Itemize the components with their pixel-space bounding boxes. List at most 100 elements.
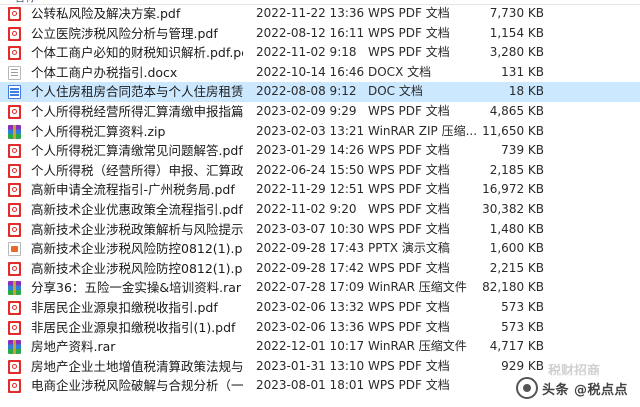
- file-date-modified: 2022-09-28 17:42: [256, 260, 365, 275]
- file-row[interactable]: 个人所得税汇算资料.zip 2023-02-03 13:21 WinRAR ZIP …: [0, 122, 640, 142]
- file-row[interactable]: 公转私风险及解决方案.pdf 2022-11-22 13:36 WPS PDF 文档…: [0, 4, 640, 24]
- file-row[interactable]: 高新技术企业涉税风险防控0812(1).pptx 2022-09-28 17:43…: [0, 239, 640, 259]
- pdf-icon: [8, 320, 21, 335]
- file-name: 公立医院涉税风险分析与管理.pdf: [31, 25, 218, 41]
- file-row[interactable]: 个人所得税汇算清缴常见问题解答.pdf 2023-01-29 14:26 WPS P…: [0, 141, 640, 161]
- pdf-icon: [8, 183, 21, 198]
- file-date-modified: 2023-08-01 18:01: [256, 378, 365, 393]
- file-name: 高新技术企业涉税政策解析与风险提示（...: [31, 221, 243, 237]
- file-size: 1,600 KB: [489, 241, 544, 256]
- file-type: WPS PDF 文档: [368, 143, 450, 158]
- file-name: 高新技术企业涉税风险防控0812(1).pdf: [31, 260, 243, 276]
- file-row[interactable]: 非居民企业源泉扣缴税收指引(1).pdf 2023-02-06 13:36 WPS …: [0, 318, 640, 338]
- file-date-modified: 2023-01-31 13:10: [256, 358, 365, 373]
- file-row[interactable]: 个人所得税（经营所得）申报、汇算政策... 2022-06-24 15:50WPS…: [0, 161, 640, 181]
- file-type: WinRAR 压缩文件: [368, 339, 467, 354]
- pdf-icon: [8, 202, 21, 217]
- file-name: 个体工商户必知的财税知识解析.pdf.pdf: [31, 45, 243, 61]
- file-type: WPS PDF 文档: [368, 182, 450, 197]
- file-name: 电商企业涉税风险破解与合规分析（一小...: [31, 378, 243, 394]
- file-name: 个体工商户办税指引.docx: [31, 64, 178, 80]
- file-row[interactable]: 房地产企业土地增值税清算政策法规与实... 2023-01-31 13:10WPS…: [0, 357, 640, 377]
- file-row[interactable]: 高新技术企业涉税风险防控0812(1).pdf 2022-09-28 17:42 W…: [0, 259, 640, 279]
- file-row[interactable]: 分享36：五险一金实操&培训资料.rar 2022-07-28 17:09 WinR…: [0, 278, 640, 298]
- file-name: 个人所得税经营所得汇算清缴申报指篇培训...: [31, 103, 243, 119]
- file-size: 131 KB: [501, 64, 544, 79]
- file-size: 573 KB: [501, 299, 544, 314]
- file-row[interactable]: 高新技术企业涉税政策解析与风险提示（... 2023-03-07 10:30WPS…: [0, 220, 640, 240]
- file-size: 7,730 KB: [489, 6, 544, 20]
- rar-icon: [8, 340, 21, 355]
- file-type: WPS PDF 文档: [368, 299, 450, 314]
- file-date-modified: 2022-11-02 9:18: [256, 45, 357, 60]
- pdf-icon: [8, 144, 21, 159]
- file-row[interactable]: 个体工商户必知的财税知识解析.pdf.pdf 2022-11-02 9:18 WPS…: [0, 43, 640, 63]
- file-type: WPS PDF 文档: [368, 25, 450, 40]
- file-type: WPS PDF 文档: [368, 358, 450, 373]
- file-size: 573 KB: [501, 319, 544, 334]
- file-name: 个人所得税汇算清缴常见问题解答.pdf: [31, 143, 243, 159]
- file-size: 3,280 KB: [489, 45, 544, 60]
- zip-icon: [8, 124, 21, 139]
- pdf-icon: [8, 104, 21, 119]
- file-date-modified: 2022-10-14 16:46: [256, 64, 365, 79]
- file-type: DOCX 文档: [368, 64, 432, 79]
- file-date-modified: 2022-08-12 16:11: [256, 25, 365, 40]
- pdf-icon: [8, 163, 21, 178]
- file-type: WPS PDF 文档: [368, 6, 450, 20]
- file-row[interactable]: 高新申请全流程指引-广州税务局.pdf 2022-11-29 12:51 WPS P…: [0, 180, 640, 200]
- file-type: WPS PDF 文档: [368, 103, 450, 118]
- file-date-modified: 2022-08-08 9:12: [256, 84, 357, 99]
- file-row[interactable]: 个体工商户办税指引.docx 2022-10-14 16:46 DOCX 文档 131…: [0, 63, 640, 83]
- file-date-modified: 2023-02-06 13:36: [256, 319, 365, 334]
- file-date-modified: 2023-02-09 9:29: [256, 103, 357, 118]
- pdf-icon: [8, 300, 21, 315]
- file-type: WPS PDF 文档: [368, 319, 450, 334]
- pdf-icon: [8, 26, 21, 41]
- file-name: 非居民企业源泉扣缴税收指引(1).pdf: [31, 319, 236, 335]
- file-size: 11,650 KB: [482, 123, 544, 138]
- file-type: WPS PDF 文档: [368, 221, 450, 236]
- file-size: 30,382 KB: [482, 201, 544, 216]
- file-type: WinRAR 压缩文件: [368, 280, 467, 295]
- file-size: 18 KB: [508, 84, 544, 99]
- file-name: 个人所得税汇算资料.zip: [31, 123, 166, 139]
- pdf-icon: [8, 222, 21, 237]
- file-size: 4,865 KB: [489, 103, 544, 118]
- watermark-text: 头条 @税点点: [541, 382, 628, 398]
- file-date-modified: 2023-02-06 13:32: [256, 299, 365, 314]
- file-size: 1,480 KB: [489, 221, 544, 236]
- file-type: PPTX 演示文稿: [368, 241, 450, 256]
- file-size: 2,215 KB: [489, 260, 544, 275]
- pdf-icon: [8, 46, 21, 61]
- file-row[interactable]: 公立医院涉税风险分析与管理.pdf 2022-08-12 16:11 WPS PDF…: [0, 24, 640, 44]
- file-row[interactable]: 高新技术企业优惠政策全流程指引.pdf 2022-11-02 9:20 WPS PD…: [0, 200, 640, 220]
- file-name: 高新技术企业涉税风险防控0812(1).pptx: [31, 241, 243, 257]
- file-date-modified: 2022-11-29 12:51: [256, 182, 365, 197]
- file-date-modified: 2023-01-29 14:26: [256, 143, 365, 158]
- file-date-modified: 2023-03-07 10:30: [256, 221, 365, 236]
- file-type: WPS PDF 文档: [368, 162, 450, 177]
- file-date-modified: 2022-12-01 10:17: [256, 339, 365, 354]
- watermark: 头条 @税点点: [511, 375, 632, 401]
- pdf-icon: [8, 261, 21, 276]
- file-date-modified: 2022-06-24 15:50: [256, 162, 365, 177]
- file-size: 1,154 KB: [489, 25, 544, 40]
- file-row[interactable]: 个人住房租房合同范本与个人住房租赁协... 2022-08-08 9:12 DOC …: [0, 82, 640, 102]
- pdf-icon: [8, 7, 21, 21]
- file-name: 公转私风险及解决方案.pdf: [31, 6, 181, 21]
- file-type: WPS PDF 文档: [368, 201, 450, 216]
- file-date-modified: 2022-09-28 17:43: [256, 241, 365, 256]
- file-row[interactable]: 房地产资料.rar 2022-12-01 10:17 WinRAR 压缩文件 4,71…: [0, 337, 640, 357]
- file-date-modified: 2023-02-03 13:21: [256, 123, 365, 138]
- file-row[interactable]: 非居民企业源泉扣缴税收指引.pdf 2023-02-06 13:32 WPS PDF…: [0, 298, 640, 318]
- file-type: WPS PDF 文档: [368, 378, 450, 393]
- file-size: 4,717 KB: [489, 339, 544, 354]
- file-type: WPS PDF 文档: [368, 45, 450, 60]
- file-name: 高新技术企业优惠政策全流程指引.pdf: [31, 201, 243, 217]
- file-name: 个人所得税（经营所得）申报、汇算政策...: [31, 162, 243, 178]
- file-name: 房地产资料.rar: [31, 339, 116, 355]
- file-row[interactable]: 个人所得税经营所得汇算清缴申报指篇培训... 2023-02-09 9:29 WPS…: [0, 102, 640, 122]
- doc-icon: [8, 85, 21, 100]
- pdf-icon: [8, 379, 21, 394]
